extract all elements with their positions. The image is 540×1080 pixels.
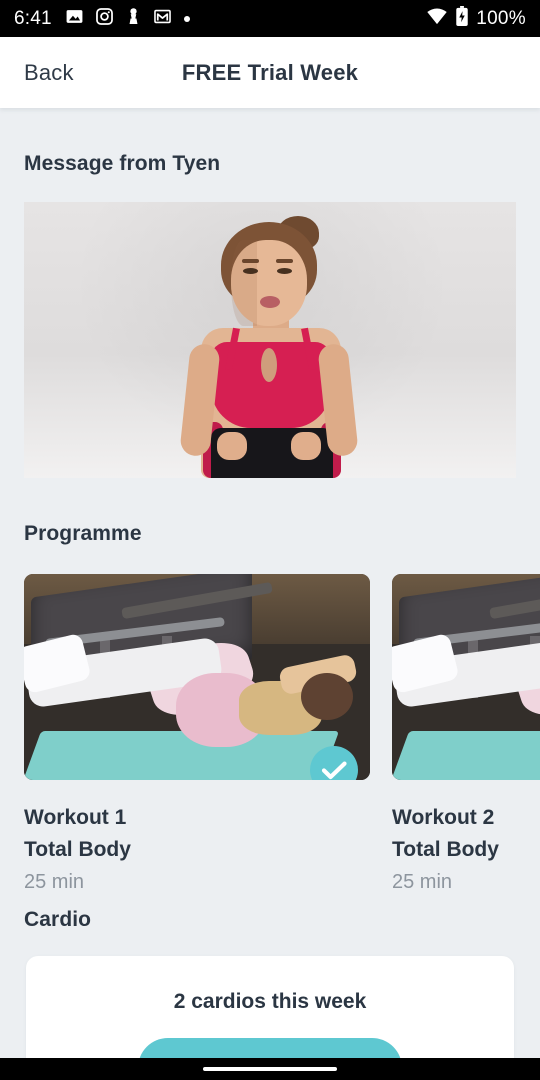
workout-type: Total Body bbox=[392, 838, 499, 861]
section-title-programme: Programme bbox=[24, 522, 142, 545]
person-icon bbox=[125, 7, 142, 31]
dot-icon bbox=[183, 10, 191, 28]
workout-name: Workout 1 bbox=[24, 806, 127, 829]
workout-name: Workout 2 bbox=[392, 806, 495, 829]
workout-duration: 25 min bbox=[392, 871, 453, 893]
status-bar-system-icons: 100% bbox=[426, 5, 526, 32]
back-button[interactable]: Back bbox=[16, 54, 82, 92]
workout-completed-check-icon bbox=[310, 746, 358, 780]
workout-duration: 25 min bbox=[24, 871, 85, 893]
app-screen: 6:41 100% Back FREE Trial Week Message f… bbox=[0, 0, 540, 1080]
home-indicator[interactable] bbox=[203, 1067, 337, 1071]
scroll-content[interactable]: Message from Tyen Programme Workout 1 To… bbox=[0, 108, 540, 1080]
status-bar-time: 6:41 bbox=[14, 7, 52, 29]
programme-carousel[interactable]: Workout 1 Total Body 25 min Workout 2 To… bbox=[0, 574, 540, 893]
section-title-cardio: Cardio bbox=[24, 908, 92, 931]
workout-card[interactable]: Workout 2 Total Body 25 min bbox=[392, 574, 540, 894]
status-bar: 6:41 100% bbox=[0, 0, 540, 37]
status-bar-notification-icons bbox=[65, 7, 426, 31]
workout-thumbnail[interactable] bbox=[392, 574, 540, 780]
section-title-message: Message from Tyen bbox=[24, 152, 221, 175]
cardio-count-label: 2 cardios this week bbox=[173, 990, 367, 1013]
system-navigation-bar bbox=[0, 1058, 540, 1080]
instagram-icon bbox=[95, 7, 114, 31]
coach-video-player[interactable] bbox=[24, 202, 516, 478]
gmail-icon bbox=[153, 7, 172, 31]
workout-thumbnail[interactable] bbox=[24, 574, 370, 780]
workout-type: Total Body bbox=[24, 838, 131, 861]
app-header: Back FREE Trial Week bbox=[0, 37, 540, 108]
battery-charging-icon bbox=[455, 5, 469, 32]
wifi-icon bbox=[426, 7, 448, 30]
workout-card[interactable]: Workout 1 Total Body 25 min bbox=[24, 574, 370, 894]
gallery-icon bbox=[65, 7, 84, 31]
battery-percentage: 100% bbox=[476, 7, 526, 29]
coach-figure bbox=[145, 216, 395, 478]
